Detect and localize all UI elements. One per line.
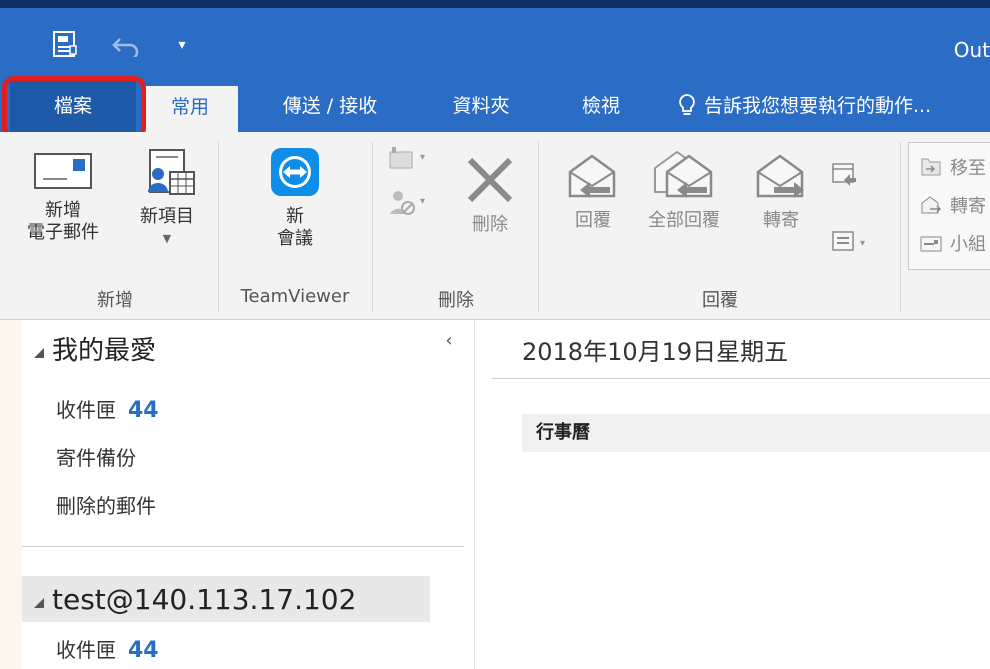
tab-send-receive[interactable]: 傳送 / 接收: [262, 80, 398, 132]
tab-folder[interactable]: 資料夾: [436, 80, 526, 132]
nav-left-strip: [0, 320, 22, 669]
new-items-label: 新項目: [140, 206, 194, 227]
chevron-left-icon: ‹: [445, 330, 453, 351]
group-label-delete: 刪除: [438, 290, 474, 311]
nav-item-label: 寄件備份: [56, 446, 136, 470]
more-respond-icon: ▾: [832, 231, 865, 251]
delete-label: 刪除: [472, 214, 508, 235]
tell-me-text: 告訴我您想要執行的動作...: [704, 95, 932, 117]
meeting-reply-icon: [832, 163, 856, 186]
quick-step-forward-label: 轉寄: [950, 196, 986, 217]
undo-button[interactable]: [108, 28, 144, 62]
nav-item-label: 收件匣: [56, 638, 116, 662]
nav-item-deleted[interactable]: 刪除的郵件: [56, 490, 156, 519]
new-meeting-button[interactable]: 新 會議: [250, 146, 340, 250]
unread-count: 44: [128, 638, 159, 663]
reply-all-label: 全部回覆: [648, 210, 720, 231]
nav-item-label: 收件匣: [56, 398, 116, 422]
cleanup-button[interactable]: ▾: [386, 186, 440, 220]
customize-icon: ▾: [178, 37, 186, 53]
account-header[interactable]: test@140.113.17.102: [22, 576, 430, 622]
new-email-label-1: 新增: [45, 200, 81, 221]
outlook-window: ▾ Out 檔案 常用 傳送 / 接收 資料夾 檢視 告訴我您想要執行的動作..…: [0, 0, 990, 669]
quick-step-forward[interactable]: 轉寄: [920, 192, 986, 218]
ribbon-separator: [900, 142, 901, 312]
quick-step-team[interactable]: 小組: [920, 230, 986, 256]
new-items-button[interactable]: 新項目 ▼: [126, 148, 208, 250]
delete-button[interactable]: 刪除: [452, 154, 528, 236]
window-title: Out: [953, 38, 990, 62]
cleanup-icon: ▾: [390, 191, 425, 215]
teamviewer-icon: [271, 148, 319, 196]
ribbon-separator: [372, 142, 373, 312]
new-email-button[interactable]: 新增 電子郵件: [20, 148, 106, 244]
expand-triangle-icon: [34, 347, 44, 358]
quick-step-move-label: 移至: [950, 158, 986, 179]
forward-icon: [756, 154, 804, 198]
new-items-icon: [148, 149, 195, 195]
svg-text:▾: ▾: [420, 152, 425, 163]
reply-label: 回覆: [575, 210, 611, 231]
new-meeting-label-1: 新: [286, 206, 304, 227]
more-respond-button[interactable]: ▾: [830, 228, 874, 258]
ribbon-home: 新增 電子郵件 新項目 ▼ 新 會議 ▾ ▾ 刪除 回覆 全部回覆 轉寄 ▾ 移…: [0, 132, 990, 320]
undo-icon: [112, 38, 139, 57]
new-email-label-2: 電子郵件: [27, 222, 99, 243]
delete-x-icon: [467, 157, 513, 203]
calendar-section-header[interactable]: 行事曆: [522, 414, 990, 452]
forward-button[interactable]: 轉寄: [746, 150, 816, 232]
ribbon-separator: [538, 142, 539, 312]
favorites-header[interactable]: 我的最愛: [34, 330, 156, 367]
main-divider: [492, 378, 990, 379]
nav-item-sent[interactable]: 寄件備份: [56, 442, 136, 471]
team-email-icon: [920, 236, 942, 252]
reply-button[interactable]: 回覆: [558, 150, 628, 232]
tell-me-search[interactable]: 告訴我您想要執行的動作...: [678, 80, 931, 132]
svg-text:▾: ▾: [860, 238, 865, 249]
ribbon-separator: [218, 142, 219, 312]
chevron-down-icon: ▼: [162, 232, 172, 245]
nav-item-inbox[interactable]: 收件匣 44: [56, 394, 159, 423]
reply-icon: [568, 154, 616, 198]
svg-text:▾: ▾: [420, 196, 425, 207]
expand-triangle-icon: [34, 598, 44, 608]
quick-step-move[interactable]: 移至: [920, 154, 986, 180]
nav-item-account-inbox[interactable]: 收件匣 44: [56, 634, 159, 663]
customize-quick-access-button[interactable]: ▾: [170, 28, 194, 62]
envelope-icon: [34, 153, 92, 189]
favorites-title: 我的最愛: [52, 336, 157, 366]
forward-small-icon: [921, 196, 942, 214]
ribbon-tabs: 檔案 常用 傳送 / 接收 資料夾 檢視 告訴我您想要執行的動作...: [0, 80, 990, 132]
group-label-teamviewer: TeamViewer: [240, 286, 350, 307]
pane-divider[interactable]: [474, 320, 475, 669]
collapse-pane-button[interactable]: ‹: [438, 330, 460, 352]
file-tab-highlight: [2, 76, 146, 140]
reply-all-button[interactable]: 全部回覆: [634, 146, 734, 232]
unread-count: 44: [128, 398, 159, 423]
quick-step-team-label: 小組: [950, 234, 986, 255]
save-icon: [53, 31, 77, 57]
save-button[interactable]: [48, 28, 82, 62]
lightbulb-icon: [679, 94, 695, 115]
date-heading: 2018年10月19日星期五: [522, 338, 789, 366]
title-bar: ▾ Out: [0, 0, 990, 80]
ignore-icon: ▾: [389, 147, 425, 169]
reply-all-icon: [654, 150, 713, 198]
move-icon: [921, 158, 941, 176]
forward-label: 轉寄: [763, 210, 799, 231]
ignore-button[interactable]: ▾: [386, 144, 440, 174]
tab-home[interactable]: 常用: [142, 86, 238, 132]
group-label-new: 新增: [97, 290, 133, 311]
nav-divider: [22, 546, 464, 547]
group-label-respond: 回覆: [702, 290, 738, 311]
new-meeting-label-2: 會議: [277, 228, 313, 249]
tab-view[interactable]: 檢視: [566, 80, 636, 132]
account-label: test@140.113.17.102: [52, 582, 357, 616]
nav-item-label: 刪除的郵件: [56, 494, 156, 518]
meeting-reply-button[interactable]: [830, 160, 860, 190]
